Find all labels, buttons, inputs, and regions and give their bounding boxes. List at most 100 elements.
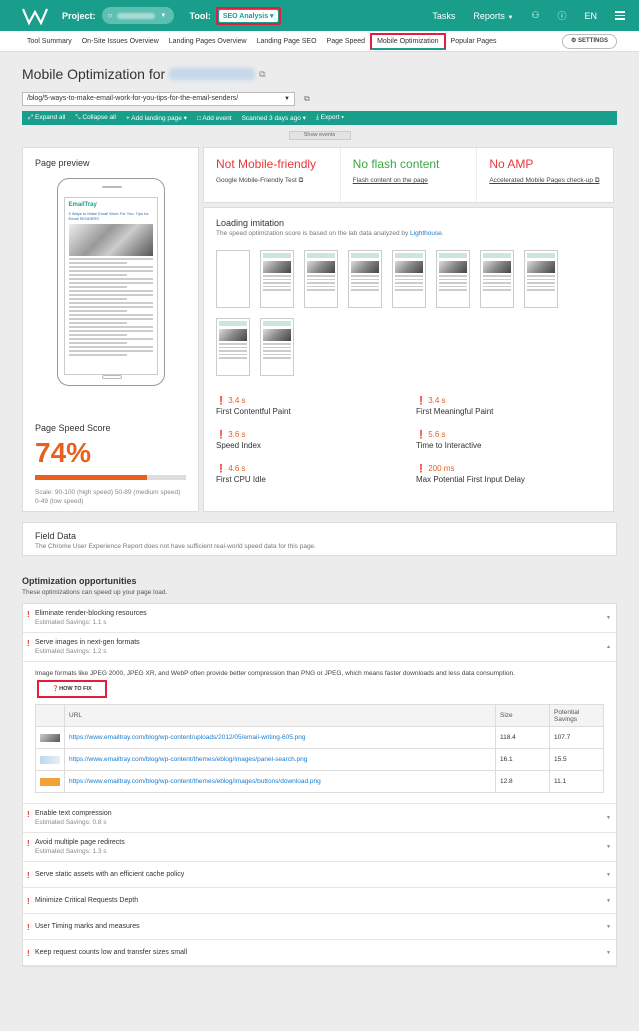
url-select[interactable]: /blog/5-ways-to-make-email-work-for-you-… [22,92,295,106]
help-icon[interactable]: ⓘ [557,9,566,22]
tab-landing-pages-overview[interactable]: Landing Pages Overview [164,31,252,52]
reports-menu[interactable]: Reports ▼ [473,11,513,21]
resource-savings: 15.5 [549,748,604,771]
table-row: https://www.emailtray.com/blog/wp-conten… [35,748,604,771]
field-data-card: Field Data The Chrome User Experience Re… [22,522,617,556]
settings-button[interactable]: ⚙ SETTINGS [561,34,617,49]
metric-label: Speed Index [216,441,261,450]
opportunities-sub: These optimizations can speed up your pa… [22,589,168,596]
opportunity-title: Serve static assets with an efficient ca… [35,871,185,878]
flash-link[interactable]: Flash content on the page [353,176,465,185]
flash-stat: No flash content Flash content on the pa… [341,148,478,202]
resource-url-link[interactable]: https://www.emailtray.com/blog/wp-conten… [64,770,496,793]
warning-icon: ❗ [416,464,426,473]
alert-icon: ! [27,949,30,958]
opportunity-item[interactable]: ! Avoid multiple page redirects Estimate… [23,833,616,862]
amp-link[interactable]: Accelerated Mobile Pages check-up ⧉ [489,176,601,185]
resource-size: 12.8 [495,770,550,793]
tool-selector[interactable]: SEO Analysis ▾ [215,6,281,25]
opportunity-savings: Estimated Savings: 1.1 s [35,619,107,626]
opportunity-item[interactable]: ! Eliminate render-blocking resources Es… [23,604,616,633]
filmstrip [216,250,601,376]
mobile-friendly-stat: Not Mobile-friendly Google Mobile-Friend… [204,148,341,202]
opportunity-title: Enable text compression [35,810,112,817]
warning-icon: ❗ [416,430,426,439]
metric-label: First CPU Idle [216,475,266,484]
table-row: https://www.emailtray.com/blog/wp-conten… [35,770,604,793]
chevron-down-icon: ▼ [606,897,611,904]
copy-url-icon[interactable]: ⧉ [304,94,310,104]
project-selector[interactable]: ○ ▼ [101,7,174,24]
amp-value: No AMP [489,157,534,171]
how-to-fix-button[interactable]: ❓HOW TO FIX [37,680,107,698]
metric-value: 3.6 s [228,430,246,439]
alert-icon: ! [27,839,30,848]
resource-url-link[interactable]: https://www.emailtray.com/blog/wp-conten… [64,726,496,749]
amp-stat: No AMP Accelerated Mobile Pages check-up… [477,148,613,202]
tab-on-site-issues[interactable]: On-Site Issues Overview [77,31,164,52]
column-header-savings: Potential Savings [549,704,604,727]
tool-value: SEO Analysis [222,12,269,20]
add-event-button[interactable]: □ Add event [197,115,232,122]
filmstrip-frame [260,318,294,376]
mobile-friendly-sub: Google Mobile-Friendly Test [216,177,297,184]
tab-page-speed[interactable]: Page Speed [322,31,371,52]
opportunity-savings: Estimated Savings: 0.8 s [35,819,107,826]
menu-icon[interactable] [615,9,625,22]
mobile-friendly-test-link[interactable]: Google Mobile-Friendly Test ⧉ [216,176,328,185]
status-row: Not Mobile-friendly Google Mobile-Friend… [203,147,614,203]
opportunity-savings: Estimated Savings: 1.3 s [35,848,107,855]
resource-size: 118.4 [495,726,550,749]
tab-tool-summary[interactable]: Tool Summary [22,31,77,52]
chevron-down-icon: ▼ [606,923,611,930]
how-to-fix-label: HOW TO FIX [59,686,92,692]
tasks-link[interactable]: Tasks [432,11,455,21]
export-button[interactable]: ⤓ Export ▾ [316,114,344,122]
tab-landing-page-seo[interactable]: Landing Page SEO [252,31,322,52]
tab-popular-pages[interactable]: Popular Pages [446,31,502,52]
language-selector[interactable]: EN [584,11,597,21]
logo-icon[interactable] [22,6,48,26]
column-header-size: Size [495,704,550,727]
add-landing-label: Add landing page [131,115,182,122]
page-speed-scale-note: Scale: 90-100 (high speed) 50-89 (medium… [35,489,181,505]
metrics-grid: ❗ 3.4 s First Contentful Paint ❗ 3.4 s Fir… [216,396,601,484]
filmstrip-frame [348,250,382,308]
opportunity-item[interactable]: ! Serve static assets with an efficient … [23,862,616,888]
metric-cpu-idle: ❗ 4.6 s First CPU Idle [216,464,416,484]
phone-frame: EmailTray 5 Ways to Make Email Work For … [56,178,165,386]
loading-desc-text: The speed optimization score is based on… [216,230,409,237]
chevron-up-icon: ▲ [606,644,611,650]
resources-table: URL Size Potential Savings https://www.e… [35,704,604,793]
chevron-down-icon: ▼ [606,615,611,621]
opportunity-item-expanded[interactable]: ! Serve images in next-gen formats Estim… [23,633,616,662]
show-events-button[interactable]: Show events [288,131,351,140]
add-landing-page-button[interactable]: + Add landing page ▾ [126,114,187,122]
lighthouse-link[interactable]: Lighthouse. [410,230,444,237]
users-icon[interactable]: ⚇ [531,10,539,21]
warning-icon: ❗ [216,464,226,473]
expand-all-button[interactable]: ⤢ Expand all [28,114,65,122]
metric-speed-index: ❗ 3.6 s Speed Index [216,430,416,450]
opportunity-item[interactable]: ! Enable text compression Estimated Savi… [23,804,616,833]
warning-icon: ❗ [416,396,426,405]
copy-icon[interactable]: ⧉ [259,69,265,80]
amp-sub: Accelerated Mobile Pages check-up [489,177,594,184]
opportunity-title: Serve images in next-gen formats [35,639,140,646]
metric-value: 3.4 s [228,396,246,405]
opportunity-item[interactable]: ! Keep request counts low and transfer s… [23,940,616,966]
resource-url-link[interactable]: https://www.emailtray.com/blog/wp-conten… [64,748,496,771]
metric-fmp: ❗ 3.4 s First Meaningful Paint [416,396,606,416]
scanned-dropdown[interactable]: Scanned 3 days ago ▾ [242,114,306,122]
tab-mobile-optimization[interactable]: Mobile Optimization [370,32,446,50]
collapse-all-button[interactable]: ⤡ Collapse all [75,114,116,122]
opportunity-item[interactable]: ! User Timing marks and measures ▼ [23,914,616,940]
share-icon: ○ [107,11,113,20]
loading-title: Loading imitation [216,218,285,228]
resource-size: 16.1 [495,748,550,771]
metric-value: 5.6 s [428,430,446,439]
add-event-label: Add event [202,114,232,122]
opportunity-item[interactable]: ! Minimize Critical Requests Depth ▼ [23,888,616,914]
alert-icon: ! [27,639,30,648]
page-speed-score-value: 74% [35,437,92,468]
